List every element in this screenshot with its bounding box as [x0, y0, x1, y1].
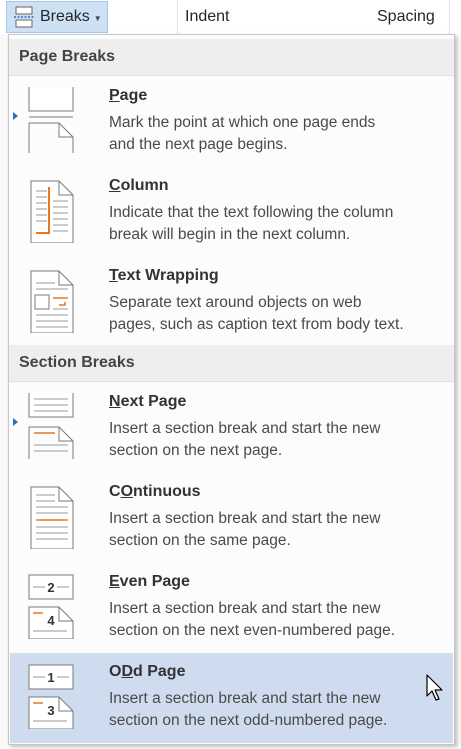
- document-edge-right: [455, 34, 461, 749]
- even-page-icon: 2 4: [28, 574, 74, 639]
- menu-item-next-page[interactable]: Next Page Insert a section break and sta…: [10, 385, 453, 473]
- ribbon-separator: [449, 0, 450, 34]
- menu-item-description: Insert a section break and start the new…: [109, 600, 396, 639]
- odd-page-icon: 1 3: [28, 664, 74, 729]
- menu-item-description: Insert a section break and start the new…: [109, 420, 381, 459]
- breaks-icon: [14, 6, 34, 28]
- svg-text:1: 1: [47, 670, 54, 685]
- document-edge-left: [0, 34, 8, 749]
- page-breaks-header: Page Breaks: [9, 39, 454, 76]
- menu-item-odd-page[interactable]: 1 3 ODd Page Insert a section break and …: [10, 653, 453, 743]
- svg-text:3: 3: [47, 703, 54, 718]
- menu-item-title: Text Wrapping: [109, 267, 219, 284]
- page-break-icon: [28, 87, 74, 153]
- menu-item-even-page[interactable]: 2 4 Even Page Insert a section break and…: [10, 565, 453, 653]
- menu-item-continuous[interactable]: COntinuous Insert a section break and st…: [10, 475, 453, 563]
- ribbon-bar: Breaks ▼ Indent Spacing: [0, 0, 461, 34]
- svg-text:2: 2: [47, 580, 54, 595]
- breaks-button[interactable]: Breaks ▼: [6, 1, 108, 33]
- indent-label: Indent: [185, 8, 230, 25]
- menu-item-description: Insert a section break and start the new…: [109, 690, 388, 729]
- menu-item-column[interactable]: Column Indicate that the text following …: [10, 169, 453, 257]
- menu-item-title: Column: [109, 177, 169, 194]
- ribbon-separator: [177, 0, 178, 34]
- mouse-pointer-icon: [426, 674, 443, 701]
- menu-item-page[interactable]: Page Mark the point at which one page en…: [10, 79, 453, 167]
- menu-item-title: COntinuous: [109, 483, 201, 500]
- menu-item-text-wrapping[interactable]: Text Wrapping Separate text around objec…: [10, 259, 453, 347]
- continuous-icon: [30, 486, 74, 549]
- menu-item-title: ODd Page: [109, 663, 186, 680]
- breaks-dropdown-menu: Page Breaks Page Mark the point at which…: [8, 34, 455, 745]
- menu-item-description: Insert a section break and start the new…: [109, 510, 381, 549]
- chevron-down-icon: ▼: [93, 13, 102, 23]
- insertion-marker-icon: [13, 112, 18, 120]
- menu-item-description: Mark the point at which one page ends an…: [109, 114, 376, 153]
- menu-item-title: Next Page: [109, 393, 187, 410]
- next-page-icon: [28, 393, 74, 459]
- svg-text:4: 4: [47, 613, 55, 628]
- spacing-label: Spacing: [377, 8, 435, 25]
- section-breaks-header: Section Breaks: [9, 345, 454, 382]
- text-wrapping-icon: [30, 270, 74, 333]
- menu-item-description: Separate text around objects on web page…: [109, 294, 404, 333]
- insertion-marker-icon: [13, 418, 18, 426]
- menu-item-title: Page: [109, 87, 148, 104]
- breaks-label: Breaks: [40, 8, 90, 25]
- menu-item-title: Even Page: [109, 573, 190, 590]
- menu-item-description: Indicate that the text following the col…: [109, 204, 394, 243]
- column-break-icon: [30, 180, 74, 243]
